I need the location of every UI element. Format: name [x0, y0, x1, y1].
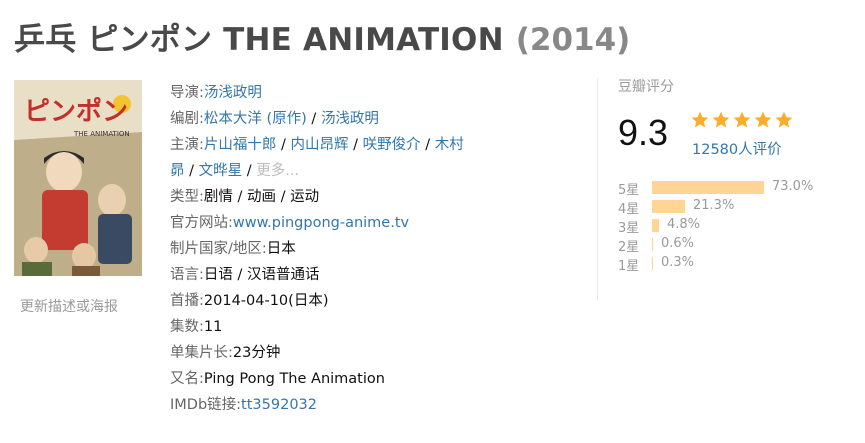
rating-bar-row: 2星 0.6% [618, 235, 848, 255]
poster-text-sub: THE ANIMATION [73, 130, 130, 138]
episodes-row: 集数:11 [170, 314, 580, 340]
writer-label: 编剧: [170, 111, 204, 127]
rating-bar-row: 5星 73.0% [618, 178, 848, 198]
website-label: 官方网站: [170, 215, 233, 231]
rating-label: 豆瓣评分 [618, 79, 674, 95]
aka-label: 又名: [170, 371, 204, 387]
language-value: 日语 / 汉语普通话 [203, 267, 320, 283]
imdb-row: IMDb链接:tt3592032 [170, 392, 580, 418]
genre-label: 类型: [170, 189, 204, 205]
country-value: 日本 [266, 241, 296, 257]
rating-bar-row: 3星 4.8% [618, 216, 848, 236]
rating-bar-row: 4星 21.3% [618, 197, 848, 217]
premiere-label: 首播: [170, 293, 204, 309]
rating-bar-label: 5星 [618, 183, 640, 198]
cast-link-2[interactable]: 内山昂辉 [291, 137, 349, 153]
runtime-label: 单集片长: [170, 345, 233, 361]
rating-bar-label: 3星 [618, 221, 640, 236]
title-main: 乒乓 ピンポン THE ANIMATION [14, 22, 504, 58]
genre-row: 类型:剧情 / 动画 / 运动 [170, 184, 580, 210]
cast-row: 主演:片山福十郎 / 内山昂辉 / 咲野俊介 / 木村 [170, 137, 464, 153]
update-poster-link[interactable]: 更新描述或海报 [20, 296, 118, 316]
country-row: 制片国家/地区:日本 [170, 236, 580, 262]
rating-bar-label: 1星 [618, 259, 640, 274]
star-icon [775, 111, 793, 128]
rating-panel: 豆瓣评分 9.3 12580人评价 [618, 76, 848, 158]
title-year: (2014) [515, 22, 631, 58]
aka-value: Ping Pong The Animation [203, 371, 385, 387]
writer-row: 编剧:松本大洋 (原作) / 汤浅政明 [170, 106, 580, 132]
rating-bar-percent: 4.8% [667, 217, 701, 232]
episodes-value: 11 [203, 319, 223, 335]
runtime-value: 23分钟 [232, 345, 281, 361]
writer-link-1[interactable]: 松本大洋 (原作) [204, 111, 307, 127]
section-divider [597, 78, 598, 300]
poster-text-main: ピンポン [24, 96, 128, 127]
poster-illustration: ピンポン THE ANIMATION [14, 80, 142, 276]
rating-bar-fill [652, 200, 685, 213]
rating-stars [690, 110, 794, 130]
runtime-row: 单集片长:23分钟 [170, 340, 580, 366]
cast-link-1[interactable]: 片山福十郎 [204, 137, 277, 153]
rating-bar-fill [652, 181, 764, 194]
aka-row: 又名:Ping Pong The Animation [170, 366, 580, 392]
star-icon [733, 111, 751, 128]
rating-bar-row: 1星 0.3% [618, 254, 848, 274]
language-row: 语言:日语 / 汉语普通话 [170, 262, 580, 288]
cast-link-4-continued[interactable]: 昴 [170, 163, 185, 179]
star-icon [691, 111, 709, 128]
website-link[interactable]: www.pingpong-anime.tv [233, 215, 409, 231]
language-label: 语言: [170, 267, 204, 283]
imdb-link[interactable]: tt3592032 [241, 397, 317, 413]
imdb-label: IMDb链接: [170, 397, 242, 413]
writer-separator: / [306, 111, 321, 127]
rating-bar-label: 2星 [618, 240, 640, 255]
rating-bar-percent: 73.0% [772, 179, 814, 194]
director-link[interactable]: 汤浅政明 [204, 85, 262, 101]
website-row: 官方网站:www.pingpong-anime.tv [170, 210, 580, 236]
rating-bar-percent: 0.6% [661, 236, 695, 251]
director-label: 导演: [170, 85, 204, 101]
cast-link-3[interactable]: 咲野俊介 [363, 137, 421, 153]
rating-score: 9.3 [618, 112, 669, 153]
rating-bar-fill [652, 238, 653, 251]
rating-bar-fill [652, 257, 653, 270]
star-icon [712, 111, 730, 128]
episodes-label: 集数: [170, 319, 204, 335]
cast-more-link[interactable]: 更多... [256, 163, 299, 179]
rating-votes-link[interactable]: 12580人评价 [692, 138, 782, 159]
poster-image[interactable]: ピンポン THE ANIMATION [14, 80, 142, 276]
rating-bar-fill [652, 219, 659, 232]
page-title: 乒乓 ピンポン THE ANIMATION (2014) [14, 14, 630, 58]
cast-link-5[interactable]: 文晔星 [199, 163, 243, 179]
writer-link-2[interactable]: 汤浅政明 [321, 111, 379, 127]
rating-bar-percent: 0.3% [661, 255, 695, 270]
info-block: 导演:汤浅政明 编剧:松本大洋 (原作) / 汤浅政明 主演:片山福十郎 / 内… [170, 80, 580, 418]
rating-bar-percent: 21.3% [693, 198, 735, 213]
country-label: 制片国家/地区: [170, 241, 267, 257]
cast-link-4[interactable]: 木村 [435, 137, 464, 153]
rating-bar-label: 4星 [618, 202, 640, 217]
premiere-row: 首播:2014-04-10(日本) [170, 288, 580, 314]
cast-label: 主演: [170, 137, 204, 153]
star-icon [754, 111, 772, 128]
rating-distribution: 5星 73.0% 4星 21.3% 3星 4.8% 2星 0.6% 1星 0.3% [618, 178, 848, 274]
premiere-value: 2014-04-10(日本) [203, 293, 329, 309]
director-row: 导演:汤浅政明 [170, 80, 580, 106]
genre-value: 剧情 / 动画 / 运动 [203, 189, 320, 205]
cast-row-continued: 昴 / 文晔星 / 更多... [170, 163, 300, 179]
